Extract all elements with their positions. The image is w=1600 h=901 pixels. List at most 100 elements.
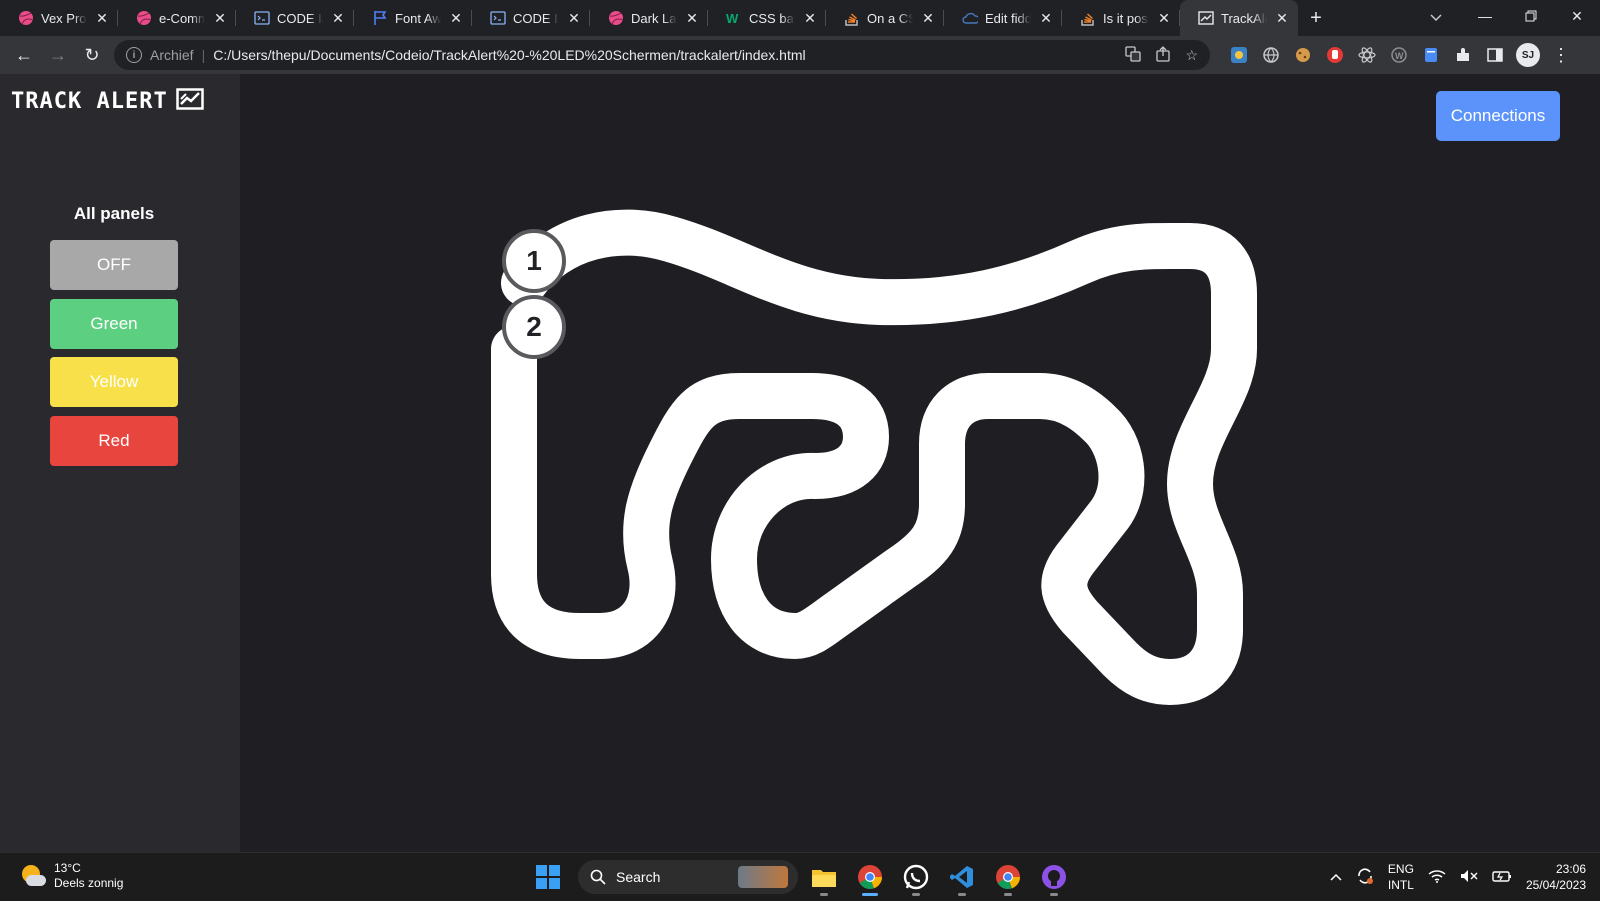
tab-close-icon[interactable]: ✕ bbox=[1038, 10, 1054, 26]
partly-sunny-icon bbox=[20, 863, 46, 889]
omnibox-actions: ☆ bbox=[1125, 40, 1198, 70]
file-explorer-icon[interactable] bbox=[804, 857, 844, 897]
browser-tab-title: Font Awesome bbox=[395, 10, 441, 26]
share-icon[interactable] bbox=[1155, 45, 1171, 65]
clock-date: 25/04/2023 bbox=[1525, 878, 1586, 892]
extensions-row: W SJ ⋮ bbox=[1228, 40, 1572, 70]
sync-icon[interactable] bbox=[1356, 867, 1374, 888]
browser-menu-icon[interactable]: ⋮ bbox=[1550, 44, 1572, 66]
address-separator: | bbox=[201, 47, 206, 63]
tab-close-icon[interactable]: ✕ bbox=[1156, 10, 1172, 26]
track-marker-2[interactable]: 2 bbox=[502, 295, 566, 359]
browser-tab[interactable]: Font Awesome ✕ bbox=[354, 0, 472, 36]
chrome-profile-icon[interactable] bbox=[988, 857, 1028, 897]
info-icon[interactable]: i bbox=[126, 47, 142, 63]
restore-icon[interactable] bbox=[1508, 0, 1554, 32]
battery-icon[interactable] bbox=[1492, 869, 1512, 886]
page-viewport: TRACK ALERT All panels OFF Green Yellow … bbox=[0, 74, 1600, 852]
tab-close-icon[interactable]: ✕ bbox=[330, 10, 346, 26]
extension-hand-icon[interactable] bbox=[1324, 44, 1346, 66]
extensions-puzzle-icon[interactable] bbox=[1452, 44, 1474, 66]
browser-tab[interactable]: TrackAlert ✕ bbox=[1180, 0, 1298, 36]
stackoverflow-icon bbox=[844, 10, 860, 26]
browser-tab[interactable]: W CSS background ✕ bbox=[708, 0, 826, 36]
tab-close-icon[interactable]: ✕ bbox=[802, 10, 818, 26]
svg-text:W: W bbox=[726, 11, 739, 26]
browser-tab[interactable]: e-Commerce ✕ bbox=[118, 0, 236, 36]
wifi-icon[interactable] bbox=[1428, 869, 1446, 886]
tab-close-icon[interactable]: ✕ bbox=[1274, 10, 1290, 26]
browser-tab-title: On a CSS bbox=[867, 10, 913, 26]
extension-globe-icon[interactable] bbox=[1260, 44, 1282, 66]
weather-description: Deels zonnig bbox=[54, 876, 124, 890]
browser-tab-title: Vex Products bbox=[41, 10, 87, 26]
language-indicator[interactable]: ENG INTL bbox=[1388, 861, 1414, 893]
browser-tab-title: CODE I/O bbox=[513, 10, 559, 26]
dribbble-icon bbox=[136, 10, 152, 26]
tab-strip: Vex Products✕e-Commerce✕CODE I/O✕Font Aw… bbox=[0, 0, 1600, 36]
weather-widget[interactable]: 13°C Deels zonnig bbox=[20, 861, 123, 891]
extension-wordpress-icon[interactable]: W bbox=[1388, 44, 1410, 66]
track-path bbox=[491, 209, 1257, 705]
tab-close-icon[interactable]: ✕ bbox=[684, 10, 700, 26]
extension-cookie-icon[interactable] bbox=[1292, 44, 1314, 66]
taskbar: 13°C Deels zonnig Search ENG INTL 23:06 … bbox=[0, 852, 1600, 900]
vscode-icon[interactable] bbox=[942, 857, 982, 897]
flag-icon bbox=[372, 10, 388, 26]
reload-icon[interactable]: ↻ bbox=[76, 39, 108, 71]
address-url[interactable]: C:/Users/thepu/Documents/Codeio/TrackAle… bbox=[213, 47, 805, 63]
browser-tab[interactable]: On a CSS ✕ bbox=[826, 0, 944, 36]
chrome-icon[interactable] bbox=[850, 857, 890, 897]
browser-tab[interactable]: Is it possible ✕ bbox=[1062, 0, 1180, 36]
browser-tab-title: CODE I/O bbox=[277, 10, 323, 26]
browser-tab[interactable]: Edit fiddle ✕ bbox=[944, 0, 1062, 36]
close-window-icon[interactable]: ✕ bbox=[1554, 0, 1600, 32]
address-protocol-label: Archief bbox=[150, 47, 194, 63]
tab-close-icon[interactable]: ✕ bbox=[920, 10, 936, 26]
code-io-icon bbox=[254, 10, 270, 26]
dribbble-icon bbox=[608, 10, 624, 26]
svg-text:W: W bbox=[1395, 51, 1404, 61]
track-marker-1[interactable]: 1 bbox=[502, 229, 566, 293]
weather-temperature: 13°C bbox=[54, 861, 81, 875]
tab-search-icon[interactable] bbox=[1422, 6, 1450, 30]
minimize-icon[interactable]: — bbox=[1462, 0, 1508, 32]
browser-tab[interactable]: Dark Landing ✕ bbox=[590, 0, 708, 36]
extension-react-icon[interactable] bbox=[1356, 44, 1378, 66]
taskbar-apps: Search bbox=[528, 857, 1074, 897]
system-tray: ENG INTL 23:06 25/04/2023 bbox=[1330, 853, 1586, 901]
browser-tab-title: e-Commerce bbox=[159, 10, 205, 26]
taskbar-search-placeholder: Search bbox=[616, 869, 661, 885]
whatsapp-icon[interactable] bbox=[896, 857, 936, 897]
browser-tab[interactable]: CODE I/O ✕ bbox=[472, 0, 590, 36]
browser-tab-title: Dark Landing bbox=[631, 10, 677, 26]
volume-muted-icon[interactable] bbox=[1460, 869, 1478, 886]
browser-tab[interactable]: CODE I/O ✕ bbox=[236, 0, 354, 36]
browser-tab[interactable]: Vex Products ✕ bbox=[0, 0, 118, 36]
extension-doc-icon[interactable] bbox=[1420, 44, 1442, 66]
forward-icon[interactable]: → bbox=[42, 39, 74, 71]
translate-icon[interactable] bbox=[1125, 45, 1142, 65]
github-desktop-icon[interactable] bbox=[1034, 857, 1074, 897]
address-bar[interactable]: i Archief | C:/Users/thepu/Documents/Cod… bbox=[114, 40, 1210, 70]
tab-close-icon[interactable]: ✕ bbox=[94, 10, 110, 26]
tab-close-icon[interactable]: ✕ bbox=[212, 10, 228, 26]
tab-close-icon[interactable]: ✕ bbox=[566, 10, 582, 26]
taskbar-search[interactable]: Search bbox=[578, 860, 798, 894]
w3schools-icon: W bbox=[726, 10, 742, 26]
clock[interactable]: 23:06 25/04/2023 bbox=[1526, 861, 1586, 893]
chevron-up-icon[interactable] bbox=[1330, 870, 1342, 884]
side-panel-icon[interactable] bbox=[1484, 44, 1506, 66]
browser-tab-title: Edit fiddle bbox=[985, 10, 1031, 26]
language-primary: ENG bbox=[1387, 862, 1414, 876]
browser-toolbar: ← → ↻ i Archief | C:/Users/thepu/Documen… bbox=[0, 36, 1600, 74]
back-icon[interactable]: ← bbox=[8, 39, 40, 71]
bookmark-star-icon[interactable]: ☆ bbox=[1185, 47, 1198, 64]
browser-tab-title: TrackAlert bbox=[1221, 10, 1267, 26]
tab-close-icon[interactable]: ✕ bbox=[448, 10, 464, 26]
windows-start-icon[interactable] bbox=[528, 857, 568, 897]
extension-image-icon[interactable] bbox=[1228, 44, 1250, 66]
new-tab-button[interactable]: + bbox=[1298, 0, 1334, 36]
browser-tab-title: CSS background bbox=[749, 10, 795, 26]
profile-avatar[interactable]: SJ bbox=[1516, 43, 1540, 67]
